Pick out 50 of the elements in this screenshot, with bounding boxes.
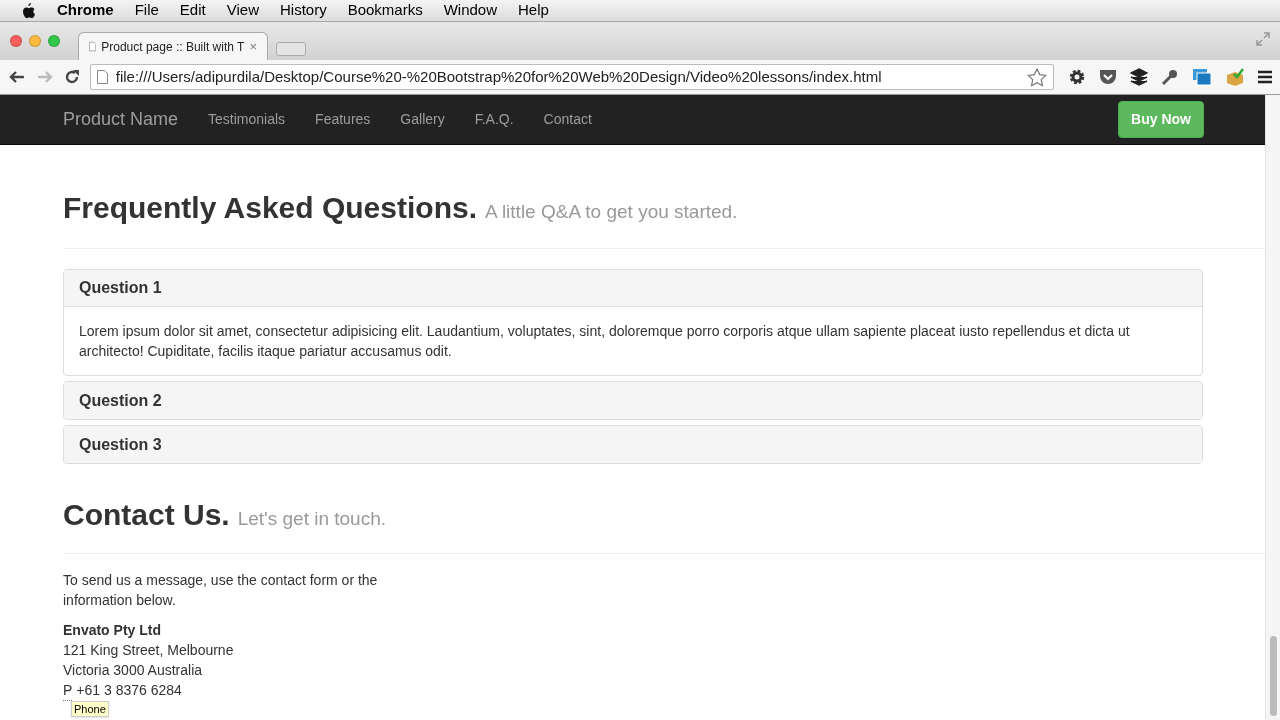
menu-item[interactable]: Help xyxy=(518,0,549,22)
brand-link[interactable]: Product Name xyxy=(63,106,179,133)
box-icon[interactable] xyxy=(1225,68,1245,86)
scrollbar-thumb[interactable] xyxy=(1270,636,1277,716)
menu-item[interactable]: History xyxy=(279,0,327,22)
menu-item[interactable]: File xyxy=(134,0,159,22)
phone-number: +61 3 8376 6284 xyxy=(76,681,182,700)
address-bar[interactable]: file:///Users/adipurdila/Desktop/Course%20-%20Bootstrap%20for%20Web%20Design/Video%20lessons/index.html xyxy=(89,64,1054,90)
close-window-button[interactable] xyxy=(10,35,22,47)
tooltip: Phone xyxy=(71,701,109,717)
menu-item[interactable]: Edit xyxy=(179,0,206,22)
address-line: 121 King Street, Melbourne xyxy=(63,641,234,660)
screenshot-icon[interactable] xyxy=(1192,68,1212,86)
nav-link[interactable]: Contact xyxy=(543,109,592,130)
menu-icon[interactable] xyxy=(1258,70,1272,84)
nav-link[interactable]: F.A.Q. xyxy=(474,109,514,130)
question-heading[interactable]: Question 2 xyxy=(64,382,1202,419)
close-icon[interactable]: × xyxy=(249,36,257,57)
tab-title: Product page :: Built with T xyxy=(101,38,245,56)
address-line: Victoria 3000 Australia xyxy=(63,661,203,680)
question-heading[interactable]: Question 1 xyxy=(64,270,1202,307)
layers-icon[interactable] xyxy=(1130,68,1148,86)
gear-icon[interactable] xyxy=(1068,68,1086,86)
back-icon[interactable] xyxy=(8,69,26,85)
page-icon xyxy=(89,40,97,53)
wrench-icon[interactable] xyxy=(1161,68,1179,86)
nav-link[interactable]: Gallery xyxy=(400,109,445,130)
url-text: file:///Users/adipurdila/Desktop/Course%20-%20Bootstrap%20for%20Web%20Design/Video%20lessons/index.html xyxy=(115,66,882,87)
answer-text: Lorem ipsum dolor sit amet, consectetur adipisicing elit. Laudantium, voluptates, sint, doloremque porro corporis atque ullam sapiente placeat iusto repellendus et dicta ut architecto! Cupiditate, facilis itaque pariatur accusamus odit. xyxy=(78,322,1131,361)
question-heading[interactable]: Question 3 xyxy=(64,426,1202,463)
phone-abbreviation[interactable]: P xyxy=(63,680,73,701)
menu-item[interactable]: Window xyxy=(443,0,498,22)
pocket-icon[interactable] xyxy=(1099,69,1117,85)
reload-icon[interactable] xyxy=(63,69,80,85)
star-icon[interactable] xyxy=(1027,67,1047,87)
menu-item[interactable]: View xyxy=(226,0,259,22)
section-subheading: Let's get in touch. xyxy=(237,507,387,531)
zoom-window-button[interactable] xyxy=(48,35,60,47)
section-heading: Frequently Asked Questions. xyxy=(63,190,477,226)
menu-item[interactable]: Bookmarks xyxy=(347,0,423,22)
app-menu[interactable]: Chrome xyxy=(57,0,114,22)
contact-intro: To send us a message, use the contact form or the information below. xyxy=(63,571,379,610)
browser-tab[interactable]: Product page :: Built with T × xyxy=(78,32,268,60)
nav-link[interactable]: Testimonials xyxy=(208,109,286,130)
section-subheading: A little Q&A to get you started. xyxy=(485,200,738,224)
section-heading: Contact Us. xyxy=(63,497,230,533)
page-icon xyxy=(96,70,108,84)
apple-icon[interactable] xyxy=(20,1,36,20)
company-name: Envato Pty Ltd xyxy=(63,621,161,640)
nav-link[interactable]: Features xyxy=(315,109,371,130)
